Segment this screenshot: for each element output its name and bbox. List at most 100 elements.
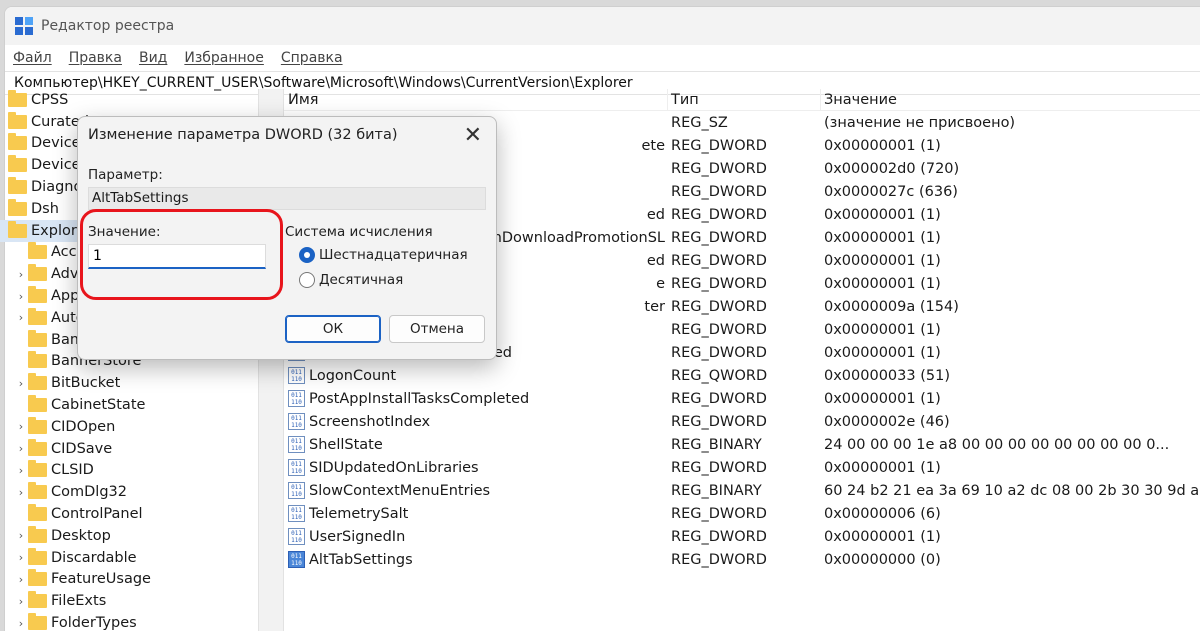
registry-binary-icon: 011110 xyxy=(288,505,305,522)
value-type: REG_DWORD xyxy=(671,344,767,361)
value-data: 0x0000002e (46) xyxy=(824,413,950,430)
value-row[interactable]: 011 110 UserSignedIn REG_DWORD 0x00000001 (1… xyxy=(284,525,1200,548)
tree-item-label: ControlPanel xyxy=(51,506,143,523)
value-type: REG_DWORD xyxy=(671,275,767,292)
dialog-title: Изменение параметра DWORD (32 бита) xyxy=(88,127,398,143)
cancel-button[interactable]: Отмена xyxy=(389,315,485,343)
tree-item[interactable]: › ComDlg32 xyxy=(0,481,272,503)
folder-icon xyxy=(28,569,47,587)
menu-edit[interactable]: Правка xyxy=(69,50,122,66)
tree-item[interactable]: › CIDSave xyxy=(0,438,272,460)
chevron-right-icon[interactable]: › xyxy=(14,268,28,281)
folder-icon xyxy=(28,438,47,456)
registry-binary-icon: 011110 xyxy=(288,551,305,568)
menu-file[interactable]: Файл xyxy=(13,50,52,66)
registry-editor-icon xyxy=(15,17,33,35)
registry-binary-icon: 011110 xyxy=(288,367,305,384)
tree-item-label: CabinetState xyxy=(51,397,146,414)
value-data: 0x00000001 (1) xyxy=(824,206,941,223)
tree-item[interactable]: › FileExts xyxy=(0,590,272,612)
chevron-right-icon[interactable]: › xyxy=(14,551,28,564)
folder-icon xyxy=(8,133,27,151)
radio-dec-label: Десятичная xyxy=(319,272,404,288)
tree-item[interactable]: › CIDOpen xyxy=(0,416,272,438)
menu-help[interactable]: Справка xyxy=(281,50,343,66)
chevron-right-icon[interactable]: › xyxy=(14,595,28,608)
menu-favorites[interactable]: Избранное xyxy=(184,50,264,66)
list-header: Имя Тип Значение xyxy=(284,89,1200,111)
ok-button[interactable]: ОК xyxy=(285,315,381,343)
tree-item-label: Discardable xyxy=(51,549,137,566)
value-type: REG_DWORD xyxy=(671,298,767,315)
value-name: LogonCount xyxy=(309,367,397,384)
value-type: REG_DWORD xyxy=(671,206,767,223)
tree-item-label: CLSID xyxy=(51,462,94,479)
tree-item[interactable]: › Discardable xyxy=(0,547,272,569)
column-type-header[interactable]: Тип xyxy=(667,89,820,110)
value-name-cell: 011 110 UserSignedIn xyxy=(284,528,667,545)
value-data: 0x00000001 (1) xyxy=(824,390,941,407)
chevron-right-icon[interactable]: › xyxy=(14,311,28,324)
value-data: 0x00000000 (0) xyxy=(824,551,941,568)
value-data: 0x000002d0 (720) xyxy=(824,160,960,177)
radio-hex[interactable]: Шестнадцатеричная xyxy=(299,247,468,263)
tree-item[interactable]: › FeatureUsage xyxy=(0,569,272,591)
tree-item-label: Device xyxy=(31,135,81,152)
folder-icon xyxy=(28,547,47,565)
tree-item-label: CPSS xyxy=(31,91,69,108)
value-input[interactable] xyxy=(88,244,266,269)
folder-icon xyxy=(28,416,47,434)
window-title: Редактор реестра xyxy=(41,18,175,34)
value-name: umDownloadPromotionSL xyxy=(478,229,665,246)
value-type: REG_DWORD xyxy=(671,137,767,154)
value-row[interactable]: 011 110 ScreenshotIndex REG_DWORD 0x0000002e… xyxy=(284,410,1200,433)
chevron-right-icon[interactable]: › xyxy=(14,573,28,586)
chevron-right-icon[interactable]: › xyxy=(14,617,28,630)
tree-item[interactable]: › Desktop xyxy=(0,525,272,547)
value-name-cell: 011 110 AltTabSettings xyxy=(284,551,667,568)
radio-unselected-icon[interactable] xyxy=(299,272,315,288)
folder-icon xyxy=(28,307,47,325)
tree-item[interactable]: CabinetState xyxy=(0,394,272,416)
chevron-right-icon[interactable]: › xyxy=(14,420,28,433)
column-value-header[interactable]: Значение xyxy=(820,89,1200,110)
tree-item[interactable]: › BitBucket xyxy=(0,372,272,394)
value-data: 0x00000006 (6) xyxy=(824,505,941,522)
folder-icon xyxy=(28,264,47,282)
folder-icon xyxy=(8,220,27,238)
value-data: 0x00000001 (1) xyxy=(824,528,941,545)
value-row[interactable]: 011 110 LogonCount REG_QWORD 0x00000033 (51) xyxy=(284,364,1200,387)
close-icon[interactable]: ✕ xyxy=(464,123,482,148)
value-type: REG_DWORD xyxy=(671,183,767,200)
folder-icon xyxy=(28,286,47,304)
value-type: REG_BINARY xyxy=(671,436,762,453)
value-row[interactable]: 011 110 ShellState REG_BINARY 24 00 00 00 1e… xyxy=(284,433,1200,456)
tree-item[interactable]: › FolderTypes xyxy=(0,612,272,631)
radio-dec[interactable]: Десятичная xyxy=(299,272,403,288)
chevron-right-icon[interactable]: › xyxy=(14,464,28,477)
value-name: e xyxy=(656,275,665,292)
menu-view[interactable]: Вид xyxy=(139,50,167,66)
value-row[interactable]: 011 110 SlowContextMenuEntries REG_BINARY 60… xyxy=(284,479,1200,502)
radio-hex-label: Шестнадцатеричная xyxy=(319,247,468,263)
chevron-right-icon[interactable]: › xyxy=(14,290,28,303)
value-row[interactable]: 011 110 AltTabSettings REG_DWORD 0x00000000 … xyxy=(284,548,1200,571)
tree-item[interactable]: › CLSID xyxy=(0,460,272,482)
folder-icon xyxy=(28,460,47,478)
folder-icon xyxy=(8,155,27,173)
value-row[interactable]: 011 110 PostAppInstallTasksCompleted REG_DW… xyxy=(284,387,1200,410)
chevron-right-icon[interactable]: › xyxy=(14,486,28,499)
value-data: 0x00000001 (1) xyxy=(824,252,941,269)
tree-item[interactable]: CPSS xyxy=(0,89,272,111)
chevron-right-icon[interactable]: › xyxy=(14,529,28,542)
column-name-header[interactable]: Имя xyxy=(284,92,667,108)
value-name-cell: 011 110 TelemetrySalt xyxy=(284,505,667,522)
value-row[interactable]: 011 110 TelemetrySalt REG_DWORD 0x00000006 (… xyxy=(284,502,1200,525)
value-data: 0x0000009a (154) xyxy=(824,298,959,315)
value-row[interactable]: 011 110 SIDUpdatedOnLibraries REG_DWORD 0x00… xyxy=(284,456,1200,479)
radio-selected-icon[interactable] xyxy=(299,247,315,263)
tree-item[interactable]: ControlPanel xyxy=(0,503,272,525)
registry-binary-icon: 011110 xyxy=(288,390,305,407)
chevron-right-icon[interactable]: › xyxy=(14,377,28,390)
chevron-right-icon[interactable]: › xyxy=(14,442,28,455)
